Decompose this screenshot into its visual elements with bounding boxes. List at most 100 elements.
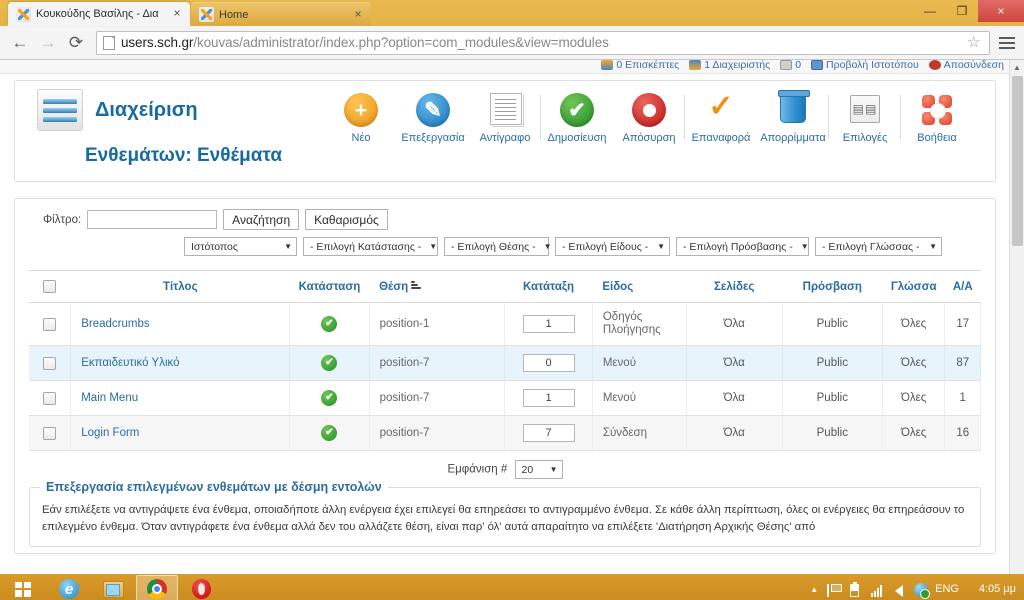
tab-title: Home	[219, 8, 249, 21]
status-preview-site[interactable]: Προβολή Ιστοτόπου	[811, 60, 919, 71]
status-messages[interactable]: 0	[780, 60, 801, 71]
published-icon[interactable]: ✔	[321, 390, 338, 406]
page-scrollbar[interactable]: ▲	[1009, 60, 1024, 574]
tab-title: Κουκούδης Βασίλης - Δια	[36, 8, 159, 20]
toolbar-button-restore[interactable]: ✓ Επαναφορά	[684, 92, 757, 144]
toolbar-button-copy[interactable]: Αντίγραφο	[469, 93, 541, 144]
row-status-cell: ✔	[289, 415, 370, 451]
row-title-cell: Εκπαιδευτικό Υλικό	[70, 345, 291, 381]
module-title-link[interactable]: Main Menu	[81, 392, 138, 404]
status-select[interactable]: - Επιλογή Κατάστασης - ▼	[303, 237, 438, 256]
ordering-input[interactable]	[522, 424, 575, 442]
options-icon: ▤▤	[848, 93, 882, 127]
toolbar-button-edit[interactable]: ✎ Επεξεργασία	[397, 93, 469, 144]
col-id[interactable]: A/A	[944, 270, 981, 303]
bookmark-star-icon[interactable]: ☆	[967, 35, 983, 50]
action-center-flag-icon[interactable]	[825, 582, 842, 597]
network-icon[interactable]	[913, 582, 930, 599]
col-pages[interactable]: Σελίδες	[686, 270, 783, 303]
opera-icon	[191, 579, 211, 599]
browser-tab-active[interactable]: Κουκούδης Βασίλης - Δια ×	[8, 2, 190, 26]
row-status-cell: ✔	[289, 345, 370, 381]
published-icon[interactable]: ✔	[321, 425, 338, 441]
row-checkbox[interactable]	[43, 426, 57, 440]
select-all-checkbox[interactable]	[43, 280, 57, 293]
toolbar-button-unpublish[interactable]: Απόσυρση	[613, 93, 685, 144]
type-select[interactable]: - Επιλογή Είδους - ▼	[555, 237, 670, 256]
col-status[interactable]: Κατάσταση	[289, 270, 370, 303]
col-type[interactable]: Είδος	[592, 270, 687, 303]
speaker-icon[interactable]	[891, 582, 906, 597]
taskbar-app-file-explorer[interactable]	[92, 575, 134, 600]
taskbar-app-opera[interactable]	[180, 575, 222, 600]
col-ordering[interactable]: Κατάταξη	[504, 270, 593, 303]
clear-button[interactable]: Καθαρισμός	[305, 209, 388, 230]
row-title-cell: Breadcrumbs	[70, 302, 291, 346]
access-select[interactable]: - Επιλογή Πρόσβασης - ▼	[676, 237, 809, 256]
published-icon[interactable]: ✔	[321, 355, 338, 371]
battery-icon[interactable]	[847, 581, 862, 597]
row-position-cell: position-7	[369, 345, 506, 381]
start-button[interactable]	[0, 574, 46, 600]
page-document-icon	[103, 35, 115, 50]
back-button[interactable]: ←	[6, 29, 34, 57]
address-bar[interactable]: users.sch.gr/kouvas/administrator/index.…	[96, 30, 990, 55]
signal-icon[interactable]	[869, 582, 884, 597]
taskbar-app-internet-explorer[interactable]: e	[48, 575, 90, 600]
url-domain: users.sch.gr	[121, 35, 194, 50]
new-icon: +	[344, 93, 378, 127]
site-select[interactable]: Ιστότοπος ▼	[184, 237, 297, 256]
scrollbar-thumb[interactable]	[1012, 76, 1023, 246]
col-title[interactable]: Τίτλος	[70, 270, 290, 303]
module-title-link[interactable]: Login Form	[81, 427, 139, 439]
position-select-value: - Επιλογή Θέσης -	[451, 240, 536, 253]
toolbar-button-trash[interactable]: Απορρίμματα	[757, 90, 829, 144]
position-select[interactable]: - Επιλογή Θέσης - ▼	[444, 237, 552, 256]
close-window-button[interactable]: ×	[978, 0, 1024, 22]
tab-close-icon[interactable]: ×	[170, 7, 184, 21]
row-position-cell: position-7	[369, 415, 506, 451]
google-chrome-icon	[147, 579, 167, 599]
row-position-cell: position-1	[369, 302, 506, 346]
status-logout[interactable]: Αποσύνδεση	[928, 60, 1004, 71]
col-access[interactable]: Πρόσβαση	[782, 270, 883, 303]
maximize-button[interactable]: ❐	[946, 0, 978, 22]
status-visitors-label: 0 Επισκέπτες	[616, 60, 680, 71]
taskbar-app-google-chrome[interactable]	[136, 575, 178, 600]
row-language-cell: Όλες	[882, 345, 946, 381]
toolbar-button-help[interactable]: Βοήθεια	[900, 93, 973, 144]
published-icon[interactable]: ✔	[321, 316, 338, 332]
col-language[interactable]: Γλώσσα	[882, 270, 945, 303]
tab-close-icon[interactable]: ×	[351, 7, 365, 22]
internet-explorer-icon: e	[59, 579, 79, 599]
chrome-menu-icon[interactable]	[996, 36, 1018, 49]
row-pages-cell: Όλα	[686, 415, 783, 451]
file-explorer-icon	[102, 580, 124, 598]
scroll-up-icon[interactable]: ▲	[1010, 60, 1024, 75]
row-checkbox[interactable]	[43, 317, 57, 331]
language-select[interactable]: - Επιλογή Γλώσσας - ▼	[815, 237, 942, 256]
minimize-button[interactable]: —	[914, 0, 946, 22]
toolbar-button-publish[interactable]: ✔ Δημοσίευση	[540, 93, 613, 144]
col-position[interactable]: Θέση	[369, 270, 505, 303]
row-checkbox[interactable]	[43, 391, 57, 405]
ordering-input[interactable]	[522, 354, 575, 372]
forward-button: →	[39, 32, 57, 52]
reload-button[interactable]: ⟳	[62, 29, 90, 57]
toolbar-button-new[interactable]: + Νέο	[325, 93, 397, 144]
ordering-input[interactable]	[522, 315, 575, 333]
module-title-link[interactable]: Εκπαιδευτικό Υλικό	[81, 357, 179, 369]
show-hidden-icons-icon[interactable]: ▲	[810, 585, 818, 594]
module-title-link[interactable]: Breadcrumbs	[81, 318, 149, 330]
modules-table: Τίτλος Κατάσταση Θέση Κατάταξη Είδος Σελ…	[29, 270, 981, 451]
toolbar-button-options[interactable]: ▤▤ Επιλογές	[828, 93, 901, 144]
search-button[interactable]: Αναζήτηση	[223, 209, 300, 230]
browser-tab-home[interactable]: Home ×	[191, 2, 371, 26]
display-count-select[interactable]: 20 ▼	[514, 460, 563, 479]
ordering-input[interactable]	[522, 389, 575, 407]
language-indicator[interactable]: ENG	[935, 583, 959, 595]
filter-input[interactable]	[87, 210, 218, 229]
row-checkbox[interactable]	[43, 356, 57, 370]
clock[interactable]: 4:05 μμ	[966, 583, 1016, 595]
status-messages-label: 0	[795, 60, 802, 71]
